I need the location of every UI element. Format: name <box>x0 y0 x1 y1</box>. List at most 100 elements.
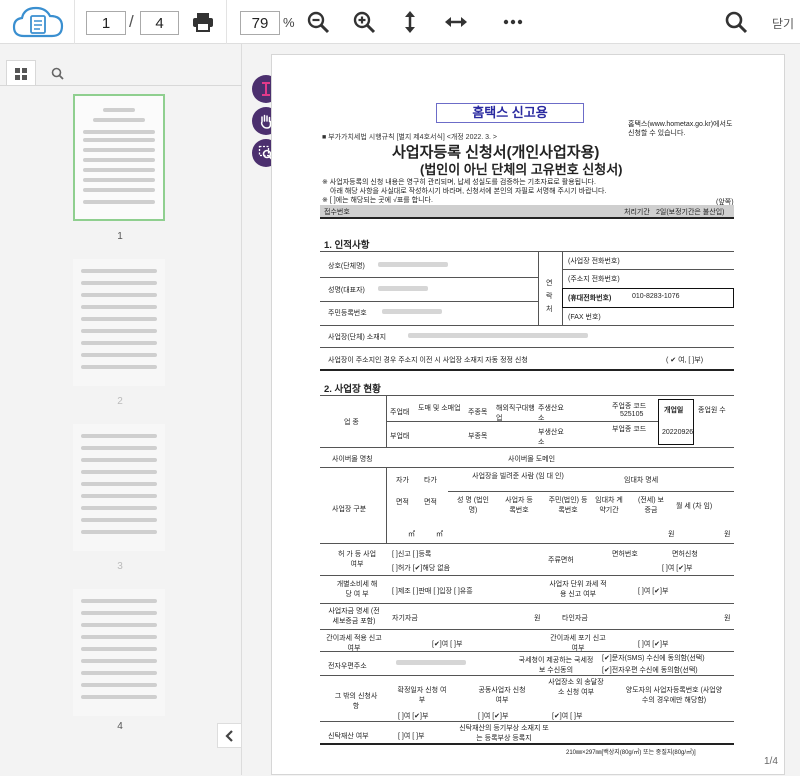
opening-date: 20220926 <box>662 429 694 436</box>
site-type-label: 사업장 구분 <box>332 506 367 513</box>
zoom-input[interactable]: 79 <box>240 11 280 35</box>
service-place-question: 사업장소 외 송달장소 신청 여부 <box>548 679 604 696</box>
sub-code-label: 부업종 코드 <box>612 426 647 433</box>
cloud-document-icon[interactable] <box>10 4 66 40</box>
trust-property-answer: [ ]여 [ ]부 <box>398 733 425 740</box>
section-personal: 1. 인적사항 <box>324 240 370 251</box>
processing-period-label: 처리기간 <box>624 209 650 216</box>
registration-form: 홈택스 신고용 홈택스(www.hometax.go.kr)에서도 신청할 수 … <box>272 55 786 776</box>
confirm-date-answer: [ ]여 [✔]부 <box>398 713 429 720</box>
other-applications-label: 그 밖의 신청사항 <box>334 693 378 710</box>
thumbnail-label: 1 <box>117 231 123 242</box>
transferor-brn-label: 양도자의 사업자등록번호 (사업양수의 경우에만 해당함) <box>625 687 723 704</box>
other-label: 타가 <box>424 477 437 484</box>
name-label: 상호(단체명) <box>328 263 365 270</box>
processing-days: 2일(보정기간은 불산입) <box>656 209 725 216</box>
paper-size-note: 210㎜×297㎜[백상지(80g/㎡) 또는 중질지(80g/㎡)] <box>566 750 696 756</box>
main-code-label: 주업종 코드 <box>612 403 647 410</box>
lessor-brn-label: 사업자 등록번호 <box>505 497 533 514</box>
home-phone: (주소지 전화번호) <box>568 276 620 283</box>
simple-tax-answer: [✔]여 [ ]부 <box>432 641 463 648</box>
license-apply-answer: [ ]여 [✔]부 <box>662 565 693 572</box>
fit-width-icon[interactable] <box>444 10 468 34</box>
thumbnail-label: 3 <box>117 561 123 572</box>
sub-product-label: 부생산요소 <box>538 429 564 446</box>
own-label: 자가 <box>396 477 409 484</box>
area-unit: ㎡ <box>408 531 415 538</box>
area-unit: ㎡ <box>436 531 443 538</box>
current-page-input[interactable]: 1 <box>86 11 126 35</box>
lease-details-header: 임대차 명세 <box>624 477 659 484</box>
tab-search[interactable] <box>42 60 72 86</box>
zoom-out-icon[interactable] <box>306 10 330 34</box>
deposit-label: (전세) 보증금 <box>638 497 664 514</box>
service-place-answer: [✔]여 [ ]부 <box>552 713 583 720</box>
joint-business-answer: [ ]여 [✔]부 <box>478 713 509 720</box>
simple-tax-question: 간이과세 적용 신고 여부 <box>326 635 382 652</box>
address-change-answer: ( ✔ 여, [ ]부) <box>666 357 704 364</box>
unit-taxation-answer: [ ]여 [✔]부 <box>638 588 669 595</box>
total-pages: 4 <box>140 11 179 35</box>
joint-business-question: 공동사업자 신청 여부 <box>478 687 526 704</box>
sms-consent: [✔]문자(SMS) 수신에 동의함(선택) <box>602 655 705 662</box>
unit-taxation-question: 사업자 단위 과세 적용 신고 여부 <box>549 581 607 598</box>
search-icon[interactable] <box>724 10 748 34</box>
own-funds-label: 자기자금 <box>392 615 418 622</box>
page-separator: / <box>129 12 134 31</box>
close-button[interactable]: 닫기 <box>772 15 794 32</box>
receipt-number-label: 접수번호 <box>324 209 350 216</box>
deposit-unit: 원 <box>668 531 675 538</box>
license-options: [ ]허가 [✔]해당 없음 <box>392 565 451 572</box>
email-consent: [✔]전자우편 수신에 동의함(선택) <box>602 667 698 674</box>
main-code: 525105 <box>620 411 644 418</box>
trust-property-question: 신탁재산 여부 <box>328 733 369 740</box>
chevron-left-icon <box>224 729 233 742</box>
main-item-value: 해외직구대행업 <box>496 405 535 422</box>
more-icon[interactable] <box>501 10 525 34</box>
document-page[interactable]: 홈택스 신고용 홈택스(www.hometax.go.kr)에서도 신청할 수 … <box>271 54 785 775</box>
hometax-stamp: 홈택스 신고용 <box>436 103 584 123</box>
rent-unit: 원 <box>724 531 731 538</box>
mobile-phone-label: (휴대전화번호) <box>568 295 612 302</box>
fit-height-icon[interactable] <box>398 10 422 34</box>
search-icon <box>51 67 64 80</box>
print-icon[interactable] <box>191 10 215 34</box>
address-label: 사업장(단체) 소재지 <box>328 334 387 341</box>
collapse-sidebar-button[interactable] <box>217 723 242 748</box>
address-change-question: 사업장이 주소지인 경우 주소지 이전 시 사업장 소재지 자동 정정 신청 <box>328 357 528 364</box>
thumbnail-sidebar: 1 2 3 4 <box>0 44 242 775</box>
employees-label: 종업원 수 <box>698 407 726 414</box>
thumbnail-label: 2 <box>117 396 123 407</box>
sub-item-label: 부종목 <box>468 433 488 440</box>
area-label: 면적 <box>424 499 437 506</box>
nts-info-consent-label: 국세청이 제공하는 국세정보 수신동의 <box>518 657 594 674</box>
page-thumbnail[interactable] <box>73 94 165 221</box>
funds-question: 사업자금 명세 (전세보증금 포함) <box>328 608 380 625</box>
page-thumbnail[interactable] <box>73 424 165 551</box>
zoom-in-icon[interactable] <box>352 10 376 34</box>
page-thumbnail[interactable] <box>73 259 165 386</box>
business-phone: (사업장 전화번호) <box>568 258 620 265</box>
excise-question: 개별소비세 해 당 여 부 <box>336 581 378 598</box>
borrowed-funds-unit: 원 <box>724 615 731 622</box>
monthly-rent-label: 월 세 (차 임) <box>676 503 713 510</box>
toolbar: 1 / 4 79 % 닫기 <box>0 0 800 44</box>
representative-label: 성명(대표자) <box>328 287 365 294</box>
rrn-label: 주민등록번호 <box>328 310 367 317</box>
sub-business-label: 부업태 <box>390 433 410 440</box>
page-thumbnail[interactable] <box>73 589 165 716</box>
opening-date-label: 개업일 <box>664 407 684 414</box>
lessor-header: 사업장을 빌려준 사람 (임 대 인) <box>472 473 564 480</box>
industry-label: 업 종 <box>344 419 359 426</box>
email-label: 전자우편주소 <box>328 663 367 670</box>
license-options: [ ]신고 [ ]등록 <box>392 551 432 558</box>
main-product-label: 주생산요소 <box>538 405 564 422</box>
liquor-license-label: 주류면허 <box>548 557 574 564</box>
tab-thumbnails[interactable] <box>6 60 36 86</box>
hometax-note: 신청할 수 있습니다. <box>628 130 686 137</box>
simple-tax-giveup-question: 간이과세 포기 신고 여부 <box>550 635 606 652</box>
borrowed-funds-label: 타인자금 <box>562 615 588 622</box>
mobile-phone: 010-8283-1076 <box>632 293 680 300</box>
fax-number: (FAX 번호) <box>568 314 601 321</box>
form-subtitle: (법인이 아닌 단체의 고유번호 신청서) <box>420 162 623 177</box>
